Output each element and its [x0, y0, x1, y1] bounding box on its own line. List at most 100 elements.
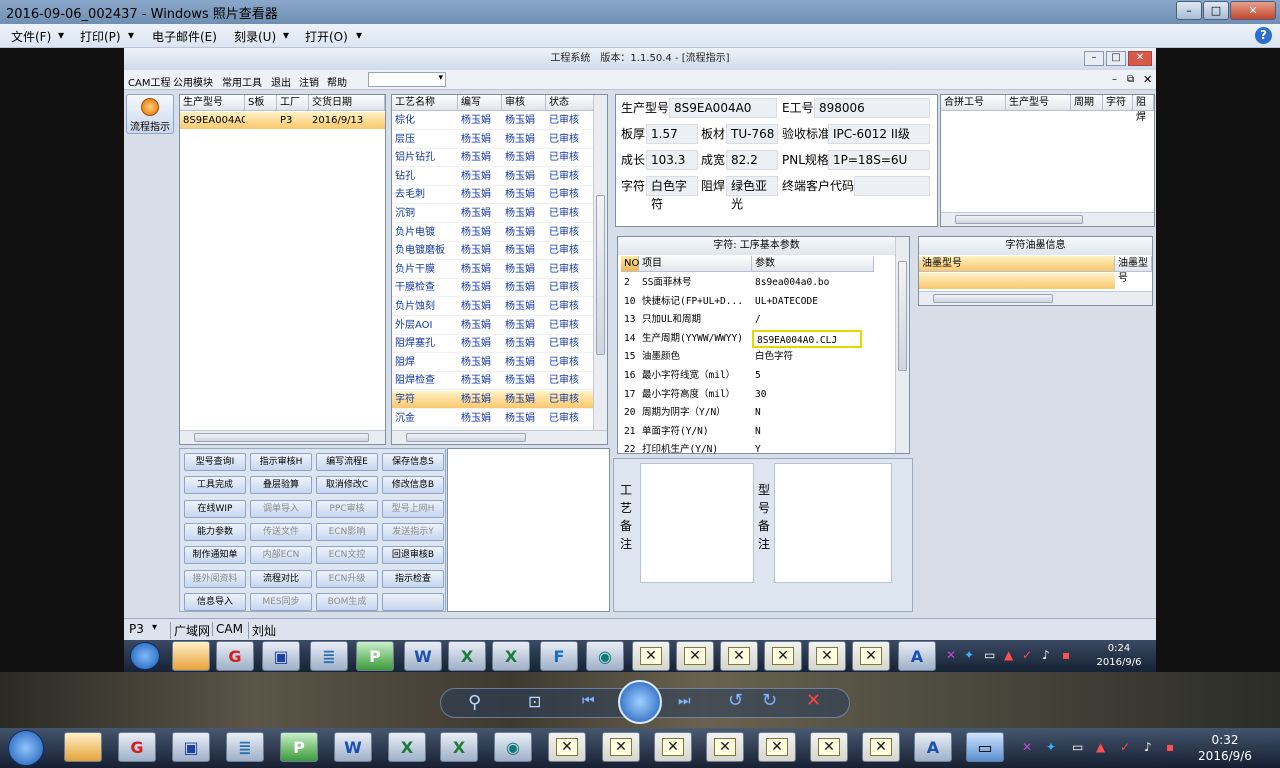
excel-icon[interactable]: X [388, 732, 426, 762]
maximize-button[interactable]: □ [1203, 1, 1229, 20]
previous-icon[interactable]: ⏮ [582, 693, 595, 709]
function-button[interactable]: 指示检查 [382, 569, 444, 588]
column-header[interactable]: 项目 [639, 256, 752, 272]
function-button[interactable]: 型号查询I [184, 453, 246, 471]
material-field[interactable]: TU-768 [726, 124, 778, 144]
function-button[interactable]: 叠层验算 [250, 476, 312, 495]
table-row[interactable]: 8S9EA004A0 P3 2016/9/13 [180, 112, 385, 129]
width-field[interactable]: 82.2 [726, 150, 778, 170]
prod-model-field[interactable]: 8S9EA004A0 [669, 98, 777, 118]
param-row[interactable]: 10 快捷标记(FP+UL+D... UL+DATECODE [618, 293, 874, 311]
menu-help[interactable]: 帮助 [327, 74, 347, 89]
document-app-icon[interactable]: A [898, 641, 936, 671]
function-button[interactable] [382, 592, 444, 611]
process-row[interactable]: 沉铜 杨玉娟 杨玉娟 已审核 [392, 205, 593, 223]
column-header[interactable]: 交货日期 [309, 95, 385, 111]
function-button[interactable]: 修改信息B [382, 476, 444, 495]
thickness-field[interactable]: 1.57 [646, 124, 698, 144]
slideshow-button[interactable] [618, 680, 662, 724]
param-row[interactable]: 20 周期为阴字（Y/N） N [618, 404, 874, 422]
process-row[interactable]: 去毛刺 杨玉娟 杨玉娟 已审核 [392, 186, 593, 205]
function-button[interactable]: 在线WIP [184, 499, 246, 518]
function-button[interactable]: 内部ECN [250, 546, 312, 565]
length-field[interactable]: 103.3 [646, 150, 698, 170]
column-header[interactable]: 生产型号 [180, 95, 245, 111]
excel-icon[interactable]: X [440, 732, 478, 762]
function-button[interactable]: 信息导入 [184, 592, 246, 611]
column-header[interactable]: 参数 [752, 256, 874, 272]
function-button[interactable]: 取消修改C [316, 476, 378, 495]
column-header[interactable]: 审核 [502, 95, 546, 111]
cam-window-icon[interactable]: ✕ [632, 641, 670, 671]
function-button[interactable]: 调单导入 [250, 499, 312, 518]
menu-logout[interactable]: 注销 [299, 74, 319, 89]
chevron-down-icon[interactable]: ▾ [152, 622, 157, 633]
tray-icon[interactable]: ✦ [964, 648, 974, 662]
app-minimize-button[interactable]: – [1084, 51, 1104, 66]
process-row[interactable]: 铝片钻孔 杨玉娟 杨玉娟 已审核 [392, 149, 593, 168]
function-button[interactable]: 发送指示Y [382, 522, 444, 541]
close-button[interactable]: ✕ [1230, 1, 1276, 20]
param-row[interactable]: 13 只加UL和周期 / [618, 311, 874, 329]
column-header[interactable]: 生产型号 [1006, 95, 1071, 111]
param-row[interactable]: 22 打印机生产(Y/N) Y [618, 441, 874, 459]
function-button[interactable]: PPC审核 [316, 499, 378, 518]
mdi-close-button[interactable]: ✕ [1143, 73, 1152, 86]
rotate-right-icon[interactable]: ↻ [762, 690, 777, 711]
process-row[interactable]: 负片干膜 杨玉娟 杨玉娟 已审核 [392, 261, 593, 279]
menu-common-module[interactable]: 公用模块 [173, 74, 213, 89]
tray-icon[interactable]: ✕ [1022, 740, 1032, 754]
process-row[interactable]: 棕化 杨玉娟 杨玉娟 已审核 [392, 112, 593, 130]
app-close-button[interactable]: ✕ [1128, 51, 1152, 66]
excel-icon[interactable]: X [448, 641, 486, 671]
menu-burn[interactable]: 刻录(U) [234, 28, 276, 45]
column-header[interactable]: 状态 [546, 95, 594, 111]
order-hscrollbar[interactable] [180, 430, 385, 444]
scroll-thumb[interactable] [955, 215, 1083, 224]
cam-window-icon[interactable]: ✕ [602, 732, 640, 762]
scroll-thumb[interactable] [406, 433, 526, 442]
mdi-minimize-button[interactable]: – [1112, 74, 1117, 85]
column-header[interactable]: S板 [245, 95, 277, 111]
function-button[interactable]: MES同步 [250, 592, 312, 611]
param-vscrollbar[interactable] [895, 237, 909, 453]
app-f-icon[interactable]: F [540, 641, 578, 671]
rotate-left-icon[interactable]: ↺ [728, 690, 743, 711]
excel-icon[interactable]: X [492, 641, 530, 671]
standard-field[interactable]: IPC-6012 II级 [828, 124, 930, 144]
column-header[interactable]: 字符 [1103, 95, 1133, 111]
notepad-icon[interactable]: ≣ [310, 641, 348, 671]
chevron-down-icon[interactable]: ▾ [283, 28, 289, 42]
function-button[interactable]: 流程对比 [250, 569, 312, 588]
shell-icon[interactable] [64, 732, 102, 762]
pnl-field[interactable]: 1P=18S=6U [828, 150, 930, 170]
save-disk-icon[interactable]: ▣ [262, 641, 300, 671]
function-button[interactable]: 指示审核H [250, 453, 312, 471]
speaker-icon[interactable]: ♪ [1042, 648, 1050, 662]
process-row[interactable]: 阻焊 杨玉娟 杨玉娟 已审核 [392, 354, 593, 372]
cam-window-icon[interactable]: ✕ [758, 732, 796, 762]
actual-size-icon[interactable]: ⊡ [528, 692, 541, 711]
minimize-button[interactable]: – [1176, 1, 1202, 20]
param-row[interactable]: 17 最小字符高度（mil） 30 [618, 386, 874, 404]
param-row[interactable]: 14 生产周期(YYWW/WWYY) 8S9EA004A0.CLJ [618, 329, 874, 348]
function-button[interactable]: 编写流程E [316, 453, 378, 471]
tray-icon[interactable]: ✕ [946, 648, 956, 662]
param-value-input[interactable]: 8S9EA004A0.CLJ [752, 329, 862, 348]
network-icon[interactable]: ▪ [1062, 648, 1070, 662]
cam-window-icon[interactable]: ✕ [810, 732, 848, 762]
process-row[interactable]: 字符 杨玉娟 杨玉娟 已审核 [392, 391, 593, 409]
eye-app-icon[interactable]: ◉ [586, 641, 624, 671]
function-button[interactable]: 保存信息S [382, 453, 444, 471]
cam-window-icon[interactable]: ✕ [706, 732, 744, 762]
column-header[interactable]: 工艺名称 [392, 95, 458, 111]
speaker-icon[interactable]: ♪ [1144, 740, 1152, 754]
tray-icon[interactable]: ✓ [1022, 648, 1032, 662]
function-button[interactable]: ECN升级 [316, 569, 378, 588]
scroll-thumb[interactable] [194, 433, 369, 442]
process-row[interactable]: 钻孔 杨玉娟 杨玉娟 已审核 [392, 168, 593, 186]
column-header[interactable]: 油墨型号 [919, 256, 1115, 272]
app-combo[interactable]: ▾ [368, 72, 446, 87]
cam-window-icon[interactable]: ✕ [676, 641, 714, 671]
e-no-field[interactable]: 898006 [814, 98, 930, 118]
